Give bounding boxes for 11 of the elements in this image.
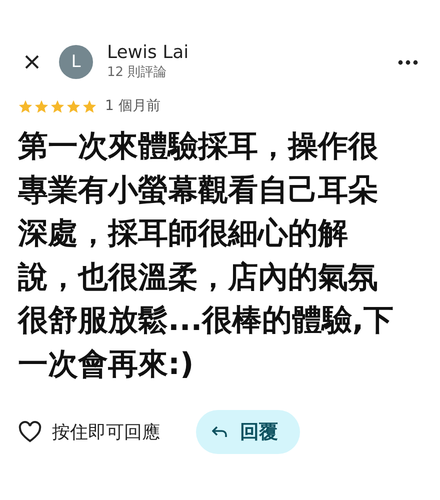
- reply-icon: [212, 426, 228, 438]
- avatar: L: [59, 45, 93, 79]
- reply-button[interactable]: 回覆: [196, 410, 300, 454]
- heart-icon: [18, 421, 42, 443]
- like-button[interactable]: 按住即可回應: [18, 420, 160, 444]
- review-count: 12 則評論: [107, 64, 168, 82]
- review-time: 1 個月前: [105, 97, 160, 115]
- close-icon: [24, 54, 40, 70]
- more-icon: [398, 60, 418, 64]
- reviewer-name: Lewis Lai: [107, 42, 190, 64]
- review-text: 第一次來體驗採耳，操作很專業有小螢幕觀看自己耳朵深處，採耳師很細心的解說，也很溫柔，店內的氣氛很舒服放鬆...很棒的體驗,下一次會再來:): [18, 128, 394, 384]
